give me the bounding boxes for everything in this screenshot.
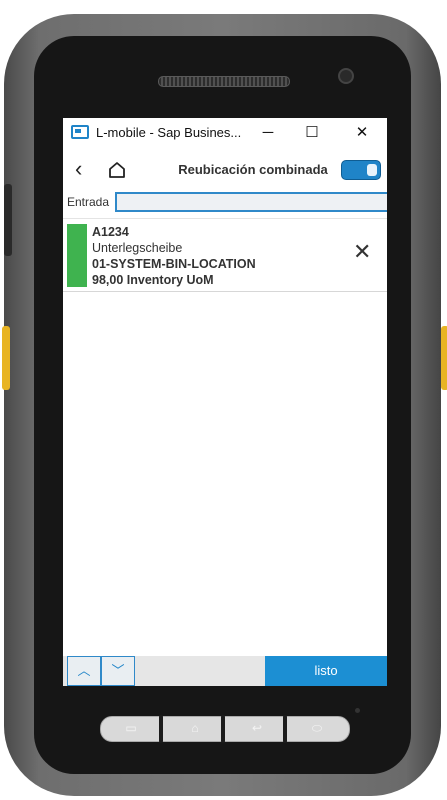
toggle-knob — [367, 164, 377, 176]
chevron-down-icon[interactable]: ﹀ — [101, 656, 135, 686]
app-icon — [71, 125, 89, 139]
search-key-icon[interactable]: ⬭ — [309, 721, 325, 735]
item-quantity: 98,00 Inventory UoM — [92, 273, 214, 287]
status-indicator — [67, 224, 87, 287]
item-description: Unterlegscheibe — [92, 241, 183, 255]
nav-separator — [159, 715, 163, 743]
list-item[interactable]: A1234 Unterlegscheibe 01-SYSTEM-BIN-LOCA… — [63, 218, 387, 292]
bottom-toolbar: ︿ ﹀ listo — [63, 656, 387, 686]
entry-row: Entrada — [63, 191, 387, 213]
close-icon[interactable]: ✕ — [353, 241, 371, 263]
page-title: Reubicación combinada — [178, 162, 328, 177]
item-code: A1234 — [92, 225, 129, 239]
item-location: 01-SYSTEM-BIN-LOCATION — [92, 257, 256, 271]
toggle-icon[interactable] — [341, 160, 381, 180]
back-key-icon[interactable]: ↩ — [249, 721, 265, 735]
back-icon[interactable]: ‹ — [75, 158, 82, 180]
speaker-grille — [158, 76, 290, 87]
home-icon[interactable] — [107, 160, 127, 180]
window-title: L-mobile - Sap Busines... — [96, 124, 242, 140]
sensor — [355, 708, 360, 713]
scan-button-left — [2, 326, 10, 390]
entry-label: Entrada — [67, 195, 110, 209]
window-titlebar: L-mobile - Sap Busines... ─ ☐ ✕ — [63, 118, 387, 146]
side-button — [4, 184, 12, 256]
scan-button-right — [441, 326, 447, 390]
app-header: ‹ Reubicación combinada — [63, 154, 387, 184]
maximize-button[interactable]: ☐ — [287, 123, 337, 141]
chevron-up-icon[interactable]: ︿ — [67, 656, 101, 686]
entry-input[interactable] — [115, 192, 387, 212]
camera-icon — [338, 68, 354, 84]
minimize-button[interactable]: ─ — [249, 124, 287, 141]
window-close-button[interactable]: ✕ — [337, 123, 387, 141]
home-key-icon[interactable]: ⌂ — [187, 721, 203, 735]
app-screen: L-mobile - Sap Busines... ─ ☐ ✕ ‹ Reubic… — [63, 118, 387, 686]
menu-key-icon[interactable]: ▭ — [123, 721, 139, 735]
done-button[interactable]: listo — [265, 656, 387, 686]
nav-separator — [283, 715, 287, 743]
hardware-nav-bar: ▭ ⌂ ↩ ⬭ — [100, 715, 350, 743]
nav-separator — [221, 715, 225, 743]
item-details: A1234 Unterlegscheibe 01-SYSTEM-BIN-LOCA… — [92, 224, 256, 288]
